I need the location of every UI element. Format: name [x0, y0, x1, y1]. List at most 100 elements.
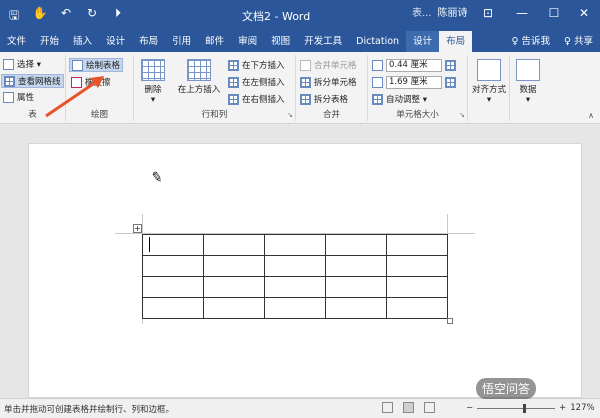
document-area: ✎ +	[0, 125, 600, 398]
table-cell[interactable]	[142, 255, 204, 277]
table-cell[interactable]	[386, 255, 448, 277]
tab-dictation[interactable]: Dictation	[349, 31, 406, 52]
table-cell[interactable]	[264, 276, 326, 298]
zoom-slider-thumb[interactable]	[523, 403, 527, 413]
document-table[interactable]	[142, 234, 448, 319]
tab-home[interactable]: 开始	[33, 31, 66, 52]
customize-qat-icon[interactable]: ⏵	[110, 6, 126, 27]
print-layout-icon[interactable]	[403, 402, 414, 413]
table-cell[interactable]	[142, 276, 204, 298]
table-cell[interactable]	[142, 234, 204, 256]
zoom-slider[interactable]	[477, 403, 556, 413]
table-cell[interactable]	[264, 234, 326, 256]
table-cell[interactable]	[203, 234, 265, 256]
tab-layout[interactable]: 布局	[132, 31, 165, 52]
distribute-rows-icon[interactable]	[445, 60, 456, 71]
data-button[interactable]: 数据 ▾	[514, 59, 542, 105]
insert-below-label: 在下方插入	[242, 61, 285, 71]
column-width-input[interactable]: 1.69 厘米	[386, 76, 442, 89]
user-name[interactable]: 陈丽诗	[438, 4, 468, 19]
view-gridlines-button[interactable]: 查看网格线	[1, 74, 64, 88]
table-cell[interactable]	[386, 276, 448, 298]
save-icon[interactable]: 🖫	[6, 6, 22, 27]
collapse-ribbon-icon[interactable]: ∧	[588, 111, 594, 120]
ribbon-display-options-icon[interactable]: ⊡	[478, 6, 498, 20]
cell-size-launcher-icon[interactable]: ↘	[459, 111, 465, 119]
user-area: 表... 陈丽诗	[412, 4, 468, 19]
redo-icon[interactable]: ↻	[84, 6, 100, 27]
autofit-icon	[372, 93, 383, 105]
table-cell[interactable]	[386, 297, 448, 319]
table-cell[interactable]	[142, 297, 204, 319]
zoom-out-icon[interactable]: −	[466, 403, 473, 413]
table-cell[interactable]	[325, 297, 387, 319]
tab-view[interactable]: 视图	[264, 31, 297, 52]
table-cell[interactable]	[203, 255, 265, 277]
eraser-button[interactable]: 橡皮擦	[71, 76, 111, 88]
rows-columns-launcher-icon[interactable]: ↘	[287, 111, 293, 119]
split-cells-icon	[300, 76, 311, 88]
insert-left-icon	[228, 76, 239, 88]
web-layout-icon[interactable]	[424, 402, 435, 413]
tab-design[interactable]: 设计	[99, 31, 132, 52]
split-table-button[interactable]: 拆分表格	[300, 93, 348, 105]
data-label: 数据	[519, 85, 537, 95]
alignment-dropdown-icon: ▾	[486, 95, 492, 105]
insert-below-button[interactable]: 在下方插入	[228, 59, 285, 71]
table-cell[interactable]	[325, 255, 387, 277]
tab-references[interactable]: 引用	[165, 31, 198, 52]
zoom-in-icon[interactable]: +	[559, 403, 566, 413]
view-gridlines-label: 查看网格线	[18, 77, 61, 87]
insert-above-button[interactable]: 在上方插入	[174, 59, 224, 95]
tab-file[interactable]: 文件	[0, 31, 33, 52]
document-page[interactable]: ✎ +	[28, 143, 582, 398]
table-cell[interactable]	[203, 276, 265, 298]
zoom-level[interactable]: 127%	[570, 403, 594, 413]
split-cells-button[interactable]: 拆分单元格	[300, 76, 357, 88]
cell-size-group: 0.44 厘米 1.69 厘米 自动调整 ▾ 单元格大小 ↘	[368, 55, 468, 121]
table-cell[interactable]	[325, 234, 387, 256]
tab-table-layout[interactable]: 布局	[439, 31, 473, 52]
touch-mode-icon[interactable]: ✋	[32, 6, 48, 27]
merge-cells-button[interactable]: 合并单元格	[300, 59, 357, 71]
undo-icon[interactable]: ↶	[58, 6, 74, 27]
autofit-button[interactable]: 自动调整 ▾	[372, 93, 427, 105]
column-width-icon	[372, 77, 383, 88]
share-button[interactable]: ♀ 共享	[557, 31, 600, 52]
alignment-button[interactable]: 对齐方式 ▾	[472, 59, 506, 105]
tab-mailings[interactable]: 邮件	[198, 31, 231, 52]
tell-me-search[interactable]: ♀ 告诉我	[505, 31, 557, 52]
table-cell[interactable]	[264, 255, 326, 277]
pencil-cursor-icon: ✎	[149, 169, 165, 187]
draw-group-label: 绘图	[90, 110, 108, 120]
document-title: 文档2 - Word	[242, 10, 311, 23]
table-move-handle-icon[interactable]: +	[133, 224, 142, 233]
minimize-button[interactable]: —	[512, 6, 532, 20]
row-height-input[interactable]: 0.44 厘米	[386, 59, 442, 72]
table-cell[interactable]	[203, 297, 265, 319]
data-group: 数据 ▾	[510, 55, 544, 121]
insert-right-button[interactable]: 在右侧插入	[228, 93, 285, 105]
draw-table-button[interactable]: 绘制表格	[69, 58, 124, 72]
properties-button[interactable]: 属性	[3, 91, 34, 103]
table-cell[interactable]	[264, 297, 326, 319]
text-cursor	[149, 237, 150, 252]
properties-label: 属性	[17, 93, 35, 103]
insert-right-label: 在右侧插入	[242, 95, 285, 105]
table-cell[interactable]	[325, 276, 387, 298]
delete-button[interactable]: 删除 ▾	[138, 59, 168, 105]
select-menu[interactable]: 选择 ▾	[3, 58, 41, 70]
table-cell[interactable]	[386, 234, 448, 256]
tab-developer[interactable]: 开发工具	[297, 31, 349, 52]
tab-table-design[interactable]: 设计	[406, 31, 440, 52]
close-button[interactable]: ✕	[574, 6, 594, 20]
properties-icon	[3, 91, 14, 103]
split-table-label: 拆分表格	[314, 95, 349, 105]
tab-review[interactable]: 审阅	[231, 31, 264, 52]
tab-insert[interactable]: 插入	[66, 31, 99, 52]
read-mode-icon[interactable]	[382, 402, 393, 413]
distribute-columns-icon[interactable]	[445, 77, 456, 88]
table-resize-handle[interactable]	[447, 318, 453, 324]
maximize-button[interactable]: ☐	[544, 6, 564, 20]
insert-left-button[interactable]: 在左侧插入	[228, 76, 285, 88]
